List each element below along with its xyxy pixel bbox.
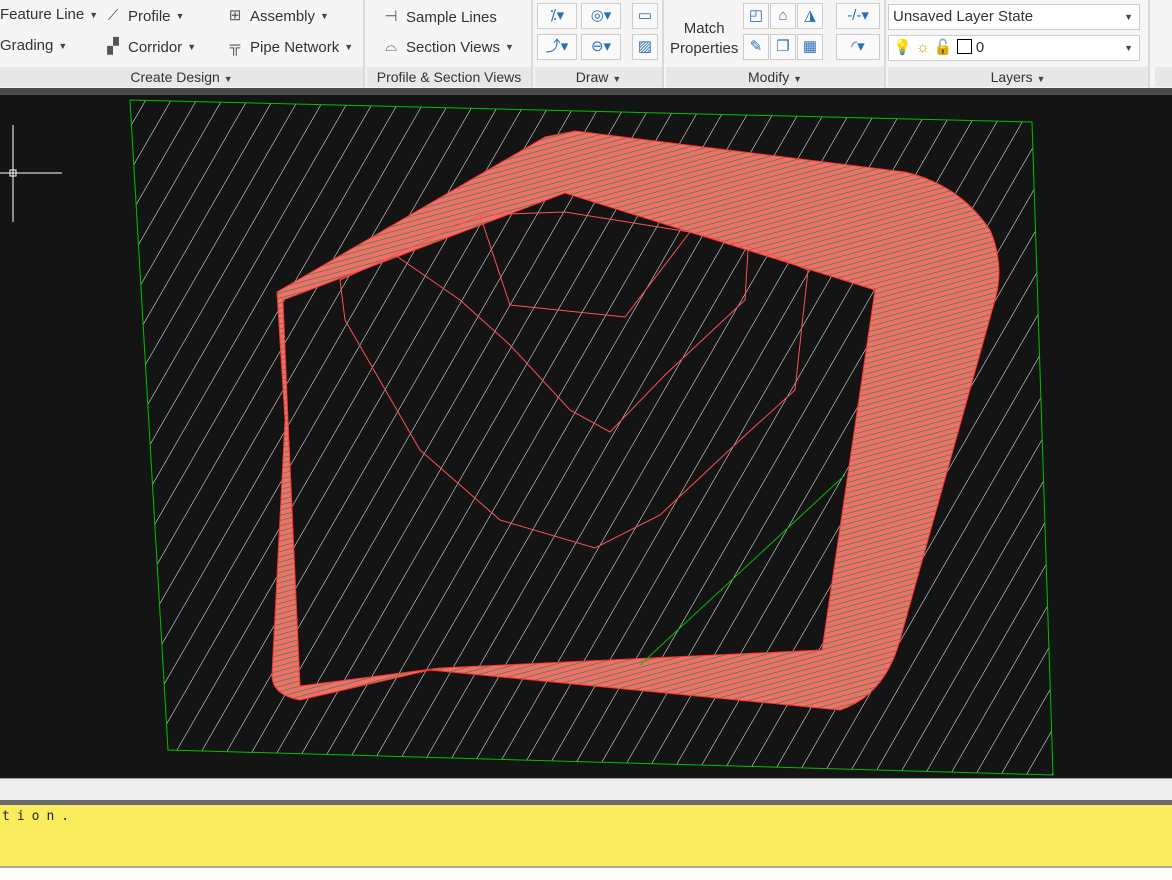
color-swatch [956, 39, 972, 54]
rectangle-button[interactable]: ▭ [632, 3, 658, 29]
label: Grading [0, 37, 54, 54]
cut-panel [1155, 0, 1172, 88]
corridor-icon: ▞ [107, 38, 119, 55]
caret-down-icon: ▼ [344, 42, 354, 52]
pipe-network-icon: ╦ [229, 38, 241, 55]
caret-down-icon: ▼ [187, 42, 197, 52]
caret-down-icon: ▼ [89, 9, 99, 20]
label: Profile [128, 7, 171, 25]
hatch-button[interactable]: ▨ [632, 34, 658, 60]
ellipse-button[interactable]: ⊖▾ [581, 34, 621, 60]
section-views-icon: ⌓ [385, 38, 397, 55]
fillet-button[interactable]: ◜▾ [836, 34, 880, 60]
offset-button[interactable]: ⌂ [770, 3, 796, 29]
bulb-icon: 💡 [893, 39, 912, 56]
circle-button[interactable]: ◎▾ [581, 3, 621, 29]
sample-lines-button[interactable]: ⊣ Sample Lines [381, 7, 497, 27]
polyline-button[interactable]: ⤴▾ [537, 34, 577, 60]
label: Pipe Network [250, 38, 340, 56]
caret-down-icon: ▼ [612, 74, 622, 84]
caret-down-icon: ▼ [175, 11, 185, 21]
layer-dropdown[interactable]: 💡 ☼ 🔓 0 ▼ [888, 35, 1140, 61]
layers-panel-title[interactable]: Layers ▼ [888, 67, 1148, 87]
create-design-panel: Feature Line ▼ Grading ▼ ⟋ Profile ▼ ▞ Corrid… [0, 0, 365, 88]
match-properties-button[interactable]: Match Properties [670, 19, 738, 59]
label: Section Views [406, 38, 500, 56]
drawing [0, 99, 1054, 776]
assembly-icon: ⊞ [228, 7, 242, 24]
caret-down-icon: ▼ [58, 40, 68, 51]
label: Unsaved Layer State [893, 8, 1034, 25]
layers-panel: Unsaved Layer State ▼ 💡 ☼ 🔓 0 ▼ Layers ▼ [888, 0, 1150, 88]
modify-panel: Match Properties ◰ ⌂ ◮ ✎ ❐ ▦ -/-▾ ◜▾ Modi… [666, 0, 886, 88]
label: Sample Lines [406, 8, 497, 26]
label: 0 [975, 39, 985, 56]
crosshair-cursor [0, 125, 62, 222]
label: Assembly [250, 7, 316, 25]
separator [0, 88, 1172, 95]
caret-down-icon: ▼ [1124, 43, 1133, 53]
profile-section-panel-title: Profile & Section Views [367, 67, 531, 87]
feature-line-button[interactable]: Feature Line ▼ [0, 6, 98, 23]
command-line[interactable]: tion. [0, 805, 1172, 868]
paintbrush-button[interactable]: ✎ [743, 34, 769, 60]
layer-state-dropdown[interactable]: Unsaved Layer State ▼ [888, 4, 1140, 30]
caret-down-icon: ▼ [504, 42, 514, 52]
modify-panel-title[interactable]: Modify ▼ [666, 67, 884, 87]
move-button[interactable]: ◰ [743, 3, 769, 29]
status-bar [0, 778, 1172, 800]
section-views-button[interactable]: ⌓ Section Views ▼ [381, 37, 514, 57]
label: Corridor [128, 38, 183, 56]
label: Feature Line [0, 6, 85, 23]
label: Layers [990, 69, 1033, 85]
label: Properties [670, 40, 739, 57]
mirror-button[interactable]: ◮ [797, 3, 823, 29]
array-button[interactable]: ▦ [797, 34, 823, 60]
command-text: tion. [2, 809, 77, 824]
caret-down-icon: ▼ [1124, 12, 1133, 22]
draw-panel-title[interactable]: Draw ▼ [535, 67, 662, 87]
profile-icon: ⟋ [107, 7, 119, 24]
drawing-canvas[interactable] [0, 95, 1172, 778]
ribbon: Feature Line ▼ Grading ▼ ⟋ Profile ▼ ▞ Corrid… [0, 0, 1172, 88]
panel-title [1155, 67, 1172, 87]
label: Match [683, 20, 725, 37]
label: Draw [575, 69, 609, 85]
unlock-icon: 🔓 [933, 39, 953, 56]
sun-icon: ☼ [915, 39, 930, 56]
profile-button[interactable]: ⟋ Profile ▼ [103, 6, 185, 26]
create-design-panel-title[interactable]: Create Design ▼ [0, 67, 363, 87]
draw-panel: ⁒▾ ◎▾ ▭ ⤴▾ ⊖▾ ▨ Draw ▼ [535, 0, 664, 88]
trim-button[interactable]: -/-▾ [836, 3, 880, 29]
label: Modify [747, 69, 790, 85]
caret-down-icon: ▼ [320, 11, 329, 21]
copy-button[interactable]: ❐ [770, 34, 796, 60]
caret-down-icon: ▼ [223, 74, 233, 84]
assembly-button[interactable]: ⊞ Assembly ▼ [225, 6, 329, 26]
profile-section-panel: ⊣ Sample Lines ⌓ Section Views ▼ Profile & … [367, 0, 533, 88]
pipe-network-button[interactable]: ╦ Pipe Network ▼ [225, 37, 353, 57]
corridor-button[interactable]: ▞ Corridor ▼ [103, 37, 196, 57]
grading-button[interactable]: Grading ▼ [0, 37, 67, 54]
sample-lines-icon: ⊣ [384, 8, 398, 25]
caret-down-icon: ▼ [793, 74, 803, 84]
label: Create Design [130, 69, 220, 85]
point-button[interactable]: ⁒▾ [537, 3, 577, 29]
caret-down-icon: ▼ [1036, 74, 1046, 84]
